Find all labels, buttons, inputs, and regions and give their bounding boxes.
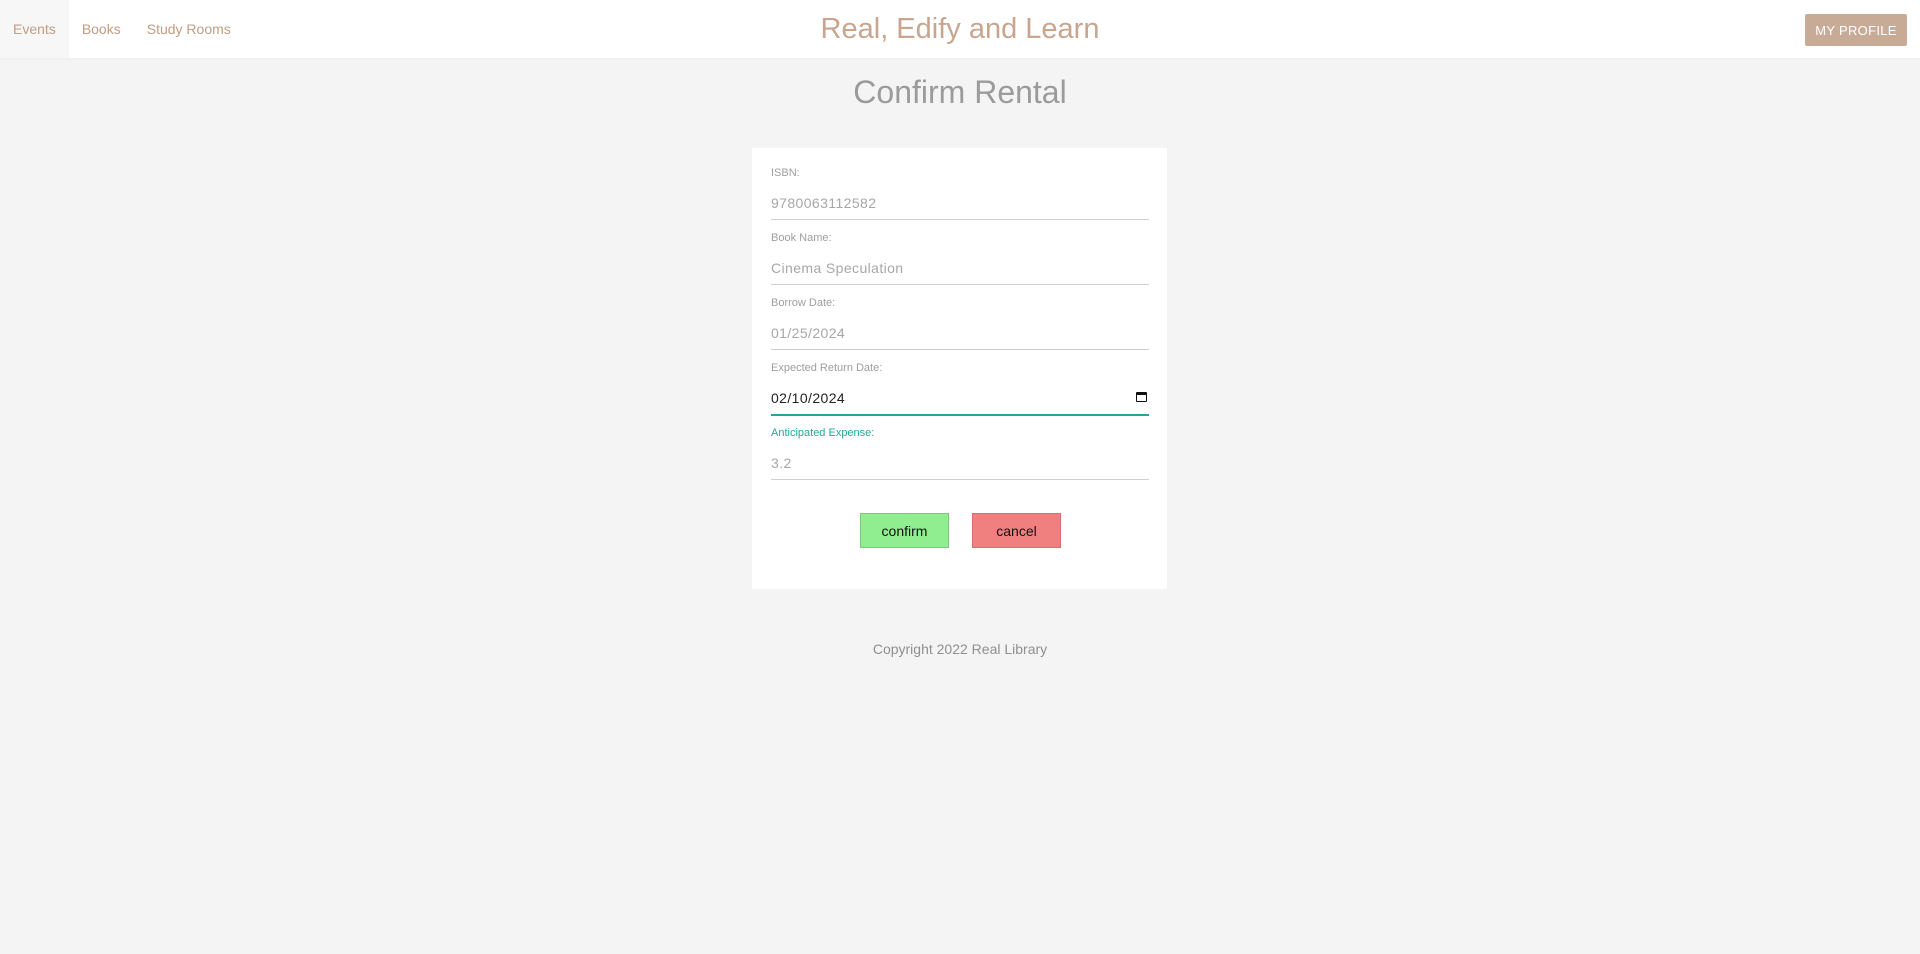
top-navbar: Events Books Study Rooms Real, Edify and… (0, 0, 1920, 58)
expense-label: Anticipated Expense: (771, 427, 875, 439)
return-date-value: 02/10/2024 (771, 390, 846, 406)
nav-item-books[interactable]: Books (69, 0, 134, 58)
calendar-icon[interactable] (1136, 392, 1147, 402)
borrow-date-label: Borrow Date: (771, 297, 836, 309)
isbn-field-group: ISBN: 9780063112582 (771, 165, 1149, 220)
return-date-field-group: Expected Return Date: 02/10/2024 (771, 360, 1149, 416)
footer-copyright: Copyright 2022 Real Library (872, 641, 1048, 657)
expense-input[interactable]: 3.2 (771, 447, 1149, 480)
rental-form-card: ISBN: 9780063112582 Book Name: Cinema Sp… (752, 148, 1167, 589)
my-profile-button[interactable]: MY PROFILE (1805, 14, 1907, 46)
book-name-field-group: Book Name: Cinema Speculation (771, 230, 1149, 285)
borrow-date-input[interactable]: 01/25/2024 (771, 317, 1149, 350)
isbn-input[interactable]: 9780063112582 (771, 187, 1149, 220)
book-name-input[interactable]: Cinema Speculation (771, 252, 1149, 285)
expense-field-group: Anticipated Expense: 3.2 (771, 425, 1149, 480)
isbn-label: ISBN: (771, 167, 800, 179)
brand-title: Real, Edify and Learn (820, 13, 1100, 45)
nav-item-events[interactable]: Events (0, 0, 69, 58)
main-nav: Events Books Study Rooms (0, 0, 244, 58)
nav-item-study-rooms[interactable]: Study Rooms (134, 0, 244, 58)
cancel-button[interactable]: cancel (972, 513, 1061, 548)
confirm-button[interactable]: confirm (860, 513, 949, 548)
book-name-label: Book Name: (771, 232, 832, 244)
return-date-input[interactable]: 02/10/2024 (771, 382, 1149, 416)
return-date-label: Expected Return Date: (771, 362, 883, 374)
borrow-date-field-group: Borrow Date: 01/25/2024 (771, 295, 1149, 350)
page-title: Confirm Rental (853, 74, 1067, 110)
